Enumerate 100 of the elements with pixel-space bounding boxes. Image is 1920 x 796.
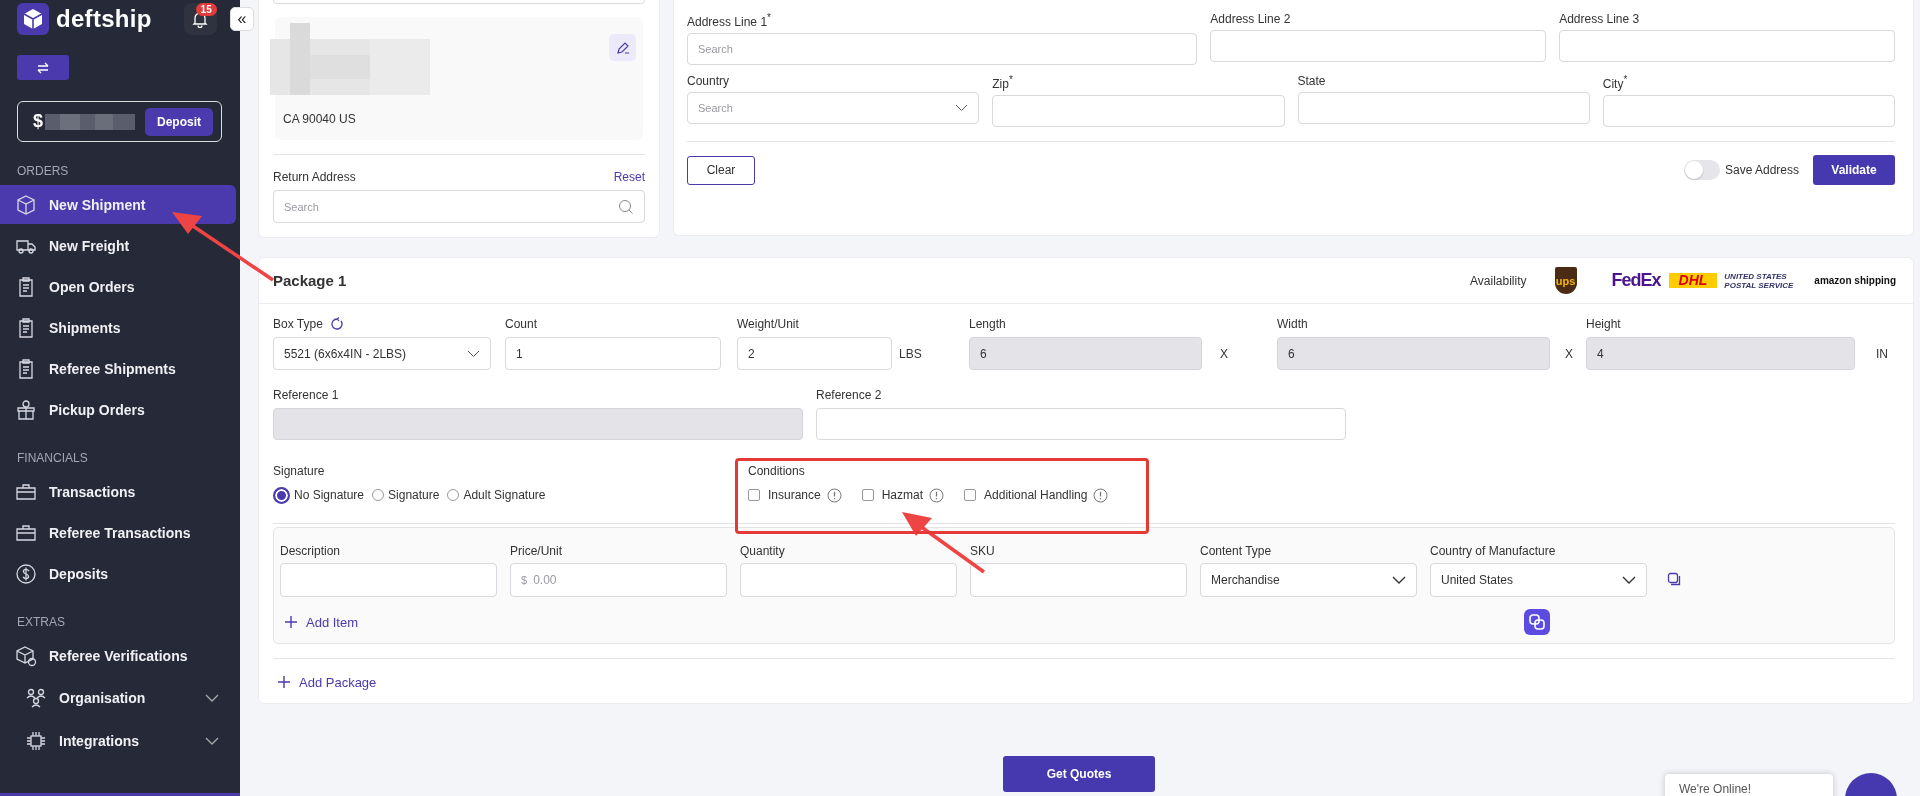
gift-icon <box>15 398 37 421</box>
input-field[interactable] <box>1602 95 1895 127</box>
chat-status[interactable]: We're Online! <box>1665 774 1833 796</box>
nav-item[interactable]: Referee Shipments <box>0 349 236 388</box>
select-field[interactable]: United States <box>1430 563 1647 597</box>
field-label: Country of Manufacture <box>1430 544 1557 558</box>
chevron-down-icon <box>467 349 480 358</box>
switch-button[interactable] <box>17 55 69 80</box>
input-field[interactable]: 1 <box>505 337 721 370</box>
copy-icon[interactable] <box>1667 572 1681 586</box>
chevron-down-icon <box>1392 576 1406 584</box>
edit-button[interactable] <box>609 34 636 61</box>
input-field[interactable] <box>1210 30 1547 62</box>
refresh-icon[interactable] <box>329 317 344 331</box>
input-field[interactable]: 6 <box>969 337 1202 370</box>
deposit-button[interactable]: Deposit <box>145 107 213 136</box>
info-icon[interactable] <box>929 487 945 503</box>
field-label: Reference 2 <box>816 388 883 402</box>
input-field[interactable] <box>970 563 1187 597</box>
checkbox-label: Insurance <box>768 488 821 502</box>
plus-icon <box>277 675 291 689</box>
unit-label: X <box>1565 346 1573 361</box>
input-field[interactable]: 2 <box>737 337 892 370</box>
carrier-logo: ups <box>1554 267 1577 294</box>
validate-button[interactable]: Validate <box>1813 155 1895 185</box>
notifications-button[interactable]: 15 <box>183 3 217 35</box>
add-item-button[interactable]: Add Item <box>280 611 363 633</box>
unit-label: IN <box>1876 346 1888 361</box>
field-label: Address Line 3 <box>1559 12 1641 26</box>
nav-item[interactable]: Deposits <box>0 554 236 593</box>
field-label: SKU <box>970 544 996 558</box>
carrier-logo: FedEx <box>1611 270 1661 291</box>
toggle-switch[interactable] <box>1683 160 1720 180</box>
carrier-logo: amazon shipping <box>1814 275 1896 286</box>
brand-name: deftship <box>56 5 152 33</box>
radio-label: No Signature <box>294 488 365 502</box>
nav-item[interactable]: Pickup Orders <box>0 390 236 429</box>
carrier-logo: UNITED STATES POSTAL SERVICE <box>1724 271 1795 290</box>
input-field[interactable] <box>816 408 1346 440</box>
input-field[interactable]: 4 <box>1586 337 1855 370</box>
checkbox[interactable] <box>861 489 874 501</box>
dollar-icon <box>15 562 37 585</box>
input-field[interactable] <box>992 95 1285 127</box>
nav-item[interactable]: Organisation <box>0 677 236 718</box>
radio-button[interactable] <box>273 486 290 504</box>
input-field[interactable] <box>1297 92 1590 124</box>
select-field[interactable]: 5521 (6x6x4IN - 2LBS) <box>273 337 491 370</box>
section-title: EXTRAS <box>17 615 66 631</box>
clear-button[interactable]: Clear <box>687 155 755 185</box>
unit-label: X <box>1220 346 1228 361</box>
notification-badge: 15 <box>195 3 217 16</box>
checkbox[interactable] <box>964 489 977 501</box>
input-field[interactable] <box>1559 30 1895 62</box>
boxcheck-icon <box>15 644 37 667</box>
nav-item[interactable]: Shipments <box>0 308 236 347</box>
nav-item[interactable]: Transactions <box>0 472 236 511</box>
availability-label: Availability <box>1470 273 1527 288</box>
nav-item[interactable]: Referee Verifications <box>0 636 236 675</box>
nav-item[interactable]: Open Orders <box>0 267 236 306</box>
people-icon <box>25 686 47 709</box>
app-icon[interactable] <box>1524 609 1550 635</box>
input-field[interactable]: 6 <box>1277 337 1550 370</box>
field-label: Height <box>1586 317 1621 331</box>
plus-icon <box>284 615 298 629</box>
nav-item[interactable]: New Shipment <box>0 185 236 224</box>
box-icon <box>15 193 37 216</box>
input-field[interactable] <box>740 563 957 597</box>
select-field[interactable]: Merchandise <box>1200 563 1417 597</box>
field-label: Conditions <box>748 464 806 478</box>
field-label: Price/Unit <box>510 544 563 558</box>
reset-link[interactable]: Reset <box>613 170 645 184</box>
carrier-logo: DHL <box>1668 273 1718 288</box>
collapse-button[interactable]: « <box>230 7 254 31</box>
field-label: State <box>1297 74 1327 88</box>
nav-item[interactable]: Integrations <box>0 720 236 761</box>
search-icon <box>618 198 634 215</box>
add-package-button[interactable]: Add Package <box>273 671 381 693</box>
field-label: Return Address <box>273 170 356 184</box>
field-label: Length <box>969 317 1006 331</box>
pencil-icon <box>615 40 630 55</box>
swap-icon <box>36 61 50 74</box>
field-label: Width <box>1277 317 1308 331</box>
package-title: Package 1 <box>273 272 347 289</box>
chevron-down-icon <box>1622 576 1636 584</box>
field-label: Country <box>687 74 731 88</box>
nav-item[interactable]: New Freight <box>0 226 236 265</box>
checkbox[interactable] <box>748 489 760 501</box>
nav-item[interactable]: Referee Transactions <box>0 513 236 552</box>
unit-label: LBS <box>899 346 922 361</box>
input-field[interactable] <box>280 563 497 597</box>
info-icon[interactable] <box>826 487 842 503</box>
chip-icon <box>25 729 47 752</box>
radio-label: Adult Signature <box>463 488 546 502</box>
balance-currency: $ <box>33 111 43 132</box>
checkbox-label: Hazmat <box>881 488 924 502</box>
info-icon[interactable] <box>1093 487 1109 503</box>
get-quotes-button[interactable]: Get Quotes <box>1003 756 1155 792</box>
field-label: Box Type <box>273 317 323 331</box>
field-label: Signature <box>273 464 325 478</box>
section-title: ORDERS <box>17 164 70 180</box>
